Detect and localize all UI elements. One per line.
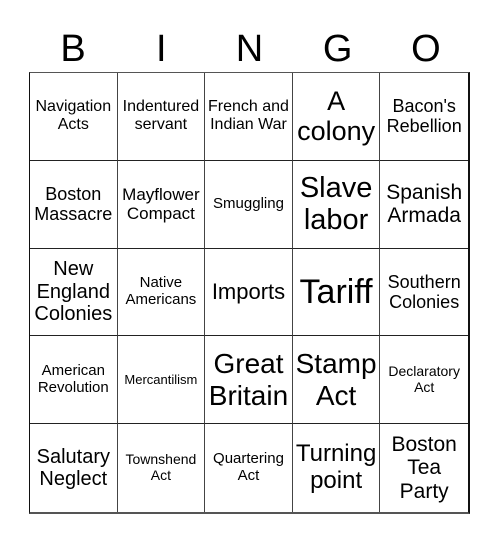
bingo-cell[interactable]: Imports bbox=[205, 248, 293, 337]
bingo-cell[interactable]: Spanish Armada bbox=[380, 161, 468, 249]
bingo-cell[interactable]: New England Colonies bbox=[30, 248, 118, 337]
bingo-cell[interactable]: Bacon's Rebellion bbox=[380, 73, 468, 161]
bingo-header: B I N G O bbox=[29, 26, 470, 72]
header-letter-g: G bbox=[322, 28, 353, 70]
header-letter-i: I bbox=[156, 28, 167, 70]
header-letter-n: N bbox=[235, 28, 264, 70]
bingo-cell[interactable]: French and Indian War bbox=[205, 73, 293, 161]
bingo-cell[interactable]: Townshend Act bbox=[118, 424, 206, 512]
bingo-grid: Navigation Acts Indentured servant French … bbox=[29, 72, 470, 514]
bingo-cell[interactable]: Boston Massacre bbox=[30, 160, 118, 249]
bingo-cell[interactable]: Southern Colonies bbox=[380, 249, 468, 337]
bingo-cell[interactable]: Great Britain bbox=[205, 336, 293, 425]
bingo-cell[interactable]: Stamp Act bbox=[292, 336, 381, 425]
bingo-cell[interactable]: Slave labor bbox=[292, 160, 381, 249]
bingo-cell[interactable]: Turning point bbox=[293, 424, 381, 512]
bingo-cell[interactable]: Indentured servant bbox=[117, 73, 206, 161]
bingo-cell[interactable]: A colony bbox=[292, 73, 381, 161]
header-letter-b: B bbox=[60, 28, 86, 70]
bingo-cell[interactable]: Navigation Acts bbox=[30, 73, 118, 161]
bingo-cell[interactable]: Salutary Neglect bbox=[30, 424, 118, 512]
bingo-cell[interactable]: Declaratory Act bbox=[380, 336, 468, 425]
bingo-cell[interactable]: American Revolution bbox=[30, 336, 118, 425]
bingo-cell[interactable]: Quartering Act bbox=[205, 424, 293, 512]
bingo-cell[interactable]: Smuggling bbox=[205, 160, 293, 249]
bingo-cell[interactable]: Tariff bbox=[292, 248, 381, 337]
header-letter-o: O bbox=[411, 28, 441, 70]
bingo-cell[interactable]: Boston Tea Party bbox=[380, 424, 468, 512]
bingo-cell[interactable]: Mayflower Compact bbox=[117, 160, 206, 249]
bingo-cell[interactable]: Mercantilism bbox=[117, 336, 206, 425]
bingo-cell[interactable]: Native Americans bbox=[117, 248, 206, 337]
